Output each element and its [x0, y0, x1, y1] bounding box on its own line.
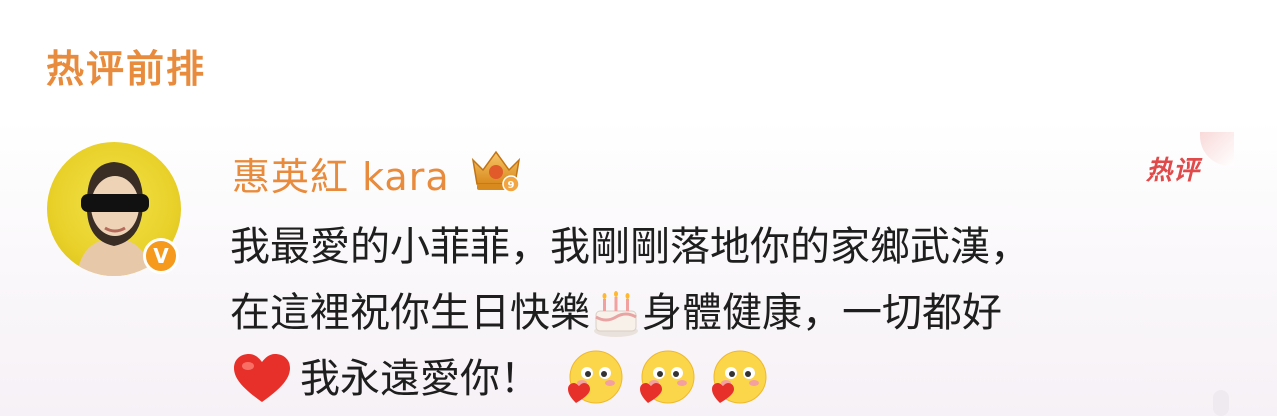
love-face-emoji-icon [712, 350, 767, 404]
vip-crown-icon: 9 [471, 150, 521, 193]
comment-line-3: 我永遠愛你！ [230, 346, 1230, 412]
love-face-emoji-icon [640, 350, 695, 404]
verified-badge: V [143, 238, 179, 274]
comment-line-1: 我最愛的小菲菲，我剛剛落地你的家鄉武漢， [230, 214, 1230, 280]
comment-line-2: 在這裡祝你生日快樂 身體健康，一切都好 [230, 280, 1230, 346]
hot-comment-tag: 热评 [1146, 156, 1201, 186]
comment-line-2b-text: 身體健康，一切都好 [642, 290, 1002, 336]
section-title: 热评前排 [46, 47, 207, 91]
red-heart-icon [234, 354, 290, 402]
comment-line-2a-text: 在這裡祝你生日快樂 [230, 290, 590, 336]
avatar[interactable]: V [47, 142, 181, 276]
love-face-emoji-icon [568, 350, 623, 404]
birthday-cake-icon [594, 291, 638, 337]
scrollbar-thumb[interactable] [1213, 390, 1229, 416]
comment-line-3-text: 我永遠愛你！ [300, 356, 540, 402]
comment-line-1-text: 我最愛的小菲菲，我剛剛落地你的家鄉武漢， [230, 224, 1030, 270]
svg-text:9: 9 [508, 180, 515, 191]
comment-text: 我最愛的小菲菲，我剛剛落地你的家鄉武漢， 在這裡祝你生日快樂 身體健康，一切都好… [230, 214, 1230, 412]
username[interactable]: 惠英紅 kara [232, 146, 450, 201]
